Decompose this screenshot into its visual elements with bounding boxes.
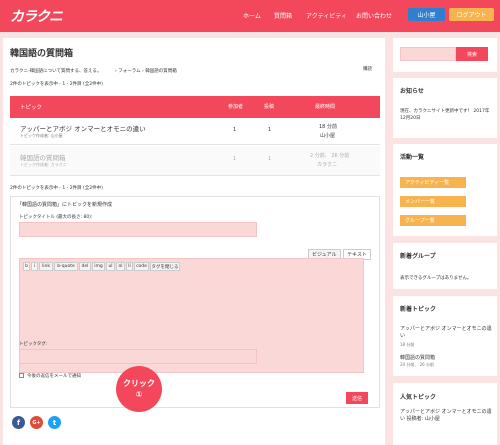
page-title: 韓国語の質問箱 [10, 49, 74, 59]
search-input[interactable] [400, 47, 456, 61]
facebook-share-icon[interactable]: f [12, 416, 25, 429]
toolbar-italic-button[interactable]: i [31, 262, 38, 271]
toolbar-li-button[interactable]: li [126, 262, 133, 271]
topic-title-link[interactable]: 韓国語の質問箱 [20, 152, 66, 162]
sidebar-new-topics: 新着トピック アッパーとアボジ オンマーとオモニの違い 18 分前 韓国語の質問… [393, 296, 497, 376]
subscribe-link[interactable]: 購読 [363, 66, 372, 72]
last-post-time[interactable]: 2 分前、 26 分前 [310, 152, 349, 159]
header-last-time: 最終時間 [315, 104, 336, 110]
user-button[interactable]: 山小屋 [408, 8, 445, 21]
twitter-share-icon[interactable]: t [48, 416, 61, 429]
notice-text: 現在、カラクニサイト更新中です！ 2017年12月20日 [400, 109, 490, 121]
last-post-time[interactable]: 18 分前 [319, 123, 337, 130]
topic-author: トピック作成者: 山小屋 [20, 133, 63, 138]
popular-title: 人気トピック [400, 394, 437, 401]
new-topic-time: 24 分前、 26 分前 [400, 362, 434, 367]
new-topic-link[interactable]: アッパーとアボジ オンマーとオモニの違い [400, 326, 492, 340]
header-topic: トピック [20, 105, 43, 111]
toolbar-bold-button[interactable]: b [23, 262, 30, 271]
group-list-button[interactable]: グループ一覧 [400, 215, 466, 226]
post-count: 1 [268, 156, 272, 162]
click-annotation-label: クリック [123, 379, 155, 388]
toolbar-bquote-button[interactable]: b-quote [54, 262, 78, 271]
site-logo[interactable]: カラクニ [10, 6, 63, 26]
notice-title: お知らせ [400, 88, 424, 95]
title-label: トピックタイトル (最大の長さ: 80): [19, 215, 93, 220]
nav-questions[interactable]: 質問箱 [274, 11, 292, 20]
toolbar-link-button[interactable]: link [39, 262, 53, 271]
nav-contact[interactable]: お問い合わせ [356, 11, 392, 20]
participant-count: 1 [233, 127, 237, 133]
nav-home[interactable]: ホーム [243, 11, 261, 20]
new-groups-title: 新着グループ [400, 253, 436, 260]
last-poster[interactable]: カラクニ [317, 161, 337, 168]
topic-title-link[interactable]: アッパーとアボジ オンマーとオモニの違い [20, 123, 146, 133]
header-posts: 投稿 [264, 104, 275, 110]
toolbar-ul-button[interactable]: ul [106, 262, 115, 271]
last-poster[interactable]: 山小屋 [320, 132, 335, 139]
sidebar-search: 検索 [393, 38, 497, 72]
toolbar-code-button[interactable]: code [134, 262, 149, 271]
topic-table-header: トピック 参加者 投稿 最終時間 [10, 96, 380, 118]
topic-tag-input[interactable] [19, 349, 257, 364]
logout-button[interactable]: ログアウト [449, 8, 494, 21]
post-count: 1 [268, 127, 272, 133]
toolbar-ol-button[interactable]: ol [116, 262, 125, 271]
table-row: アッパーとアボジ オンマーとオモニの違い トピック作成者: 山小屋 1 1 18… [10, 118, 380, 145]
notify-checkbox[interactable] [19, 373, 24, 378]
table-row: 韓国語の質問箱 トピック作成者: カラクニ 1 1 2 分前、 26 分前 カラ… [10, 146, 380, 176]
new-topic-time: 18 分前 [400, 342, 415, 347]
forum-description: カラクニ-韓国語について質問する、答える。 [10, 69, 102, 74]
breadcrumb[interactable]: › フォーラム › 韓国語の質問箱 [115, 68, 177, 74]
nav-activity[interactable]: アクティビティ [306, 11, 347, 20]
notify-label: 今後の返信をメールで通知 [27, 374, 81, 379]
sidebar-popular-topics: 人気トピック アッパーとアボジ オンマーとオモニの違い 投稿者: 山小屋 [393, 383, 497, 445]
new-topics-title: 新着トピック [400, 306, 437, 313]
header-participants: 参加者 [228, 104, 244, 110]
google-plus-share-icon[interactable]: G+ [30, 416, 43, 429]
sidebar-notice: お知らせ 現在、カラクニサイト更新中です！ 2017年12月20日 [393, 78, 497, 138]
sidebar-new-groups: 新着グループ 表示できるグループはありません。 [393, 243, 497, 289]
new-groups-text: 表示できるグループはありません。 [400, 276, 472, 281]
form-legend: 「韓国語の質問箱」にトピックを新規作成 [15, 201, 115, 208]
new-topic-link[interactable]: 韓国語の質問箱 [400, 354, 435, 361]
site-header: カラクニ ホーム 質問箱 アクティビティ お問い合わせ 山小屋 ログアウト [0, 0, 500, 32]
participant-count: 1 [233, 156, 237, 162]
topic-title-input[interactable] [19, 222, 257, 237]
topic-author: トピック作成者: カラクニ [20, 162, 67, 167]
tag-label: トピックタグ: [19, 342, 48, 347]
popular-topic-link[interactable]: アッパーとアボジ オンマーとオモニの違い 投稿者: 山小屋 [400, 409, 492, 423]
member-list-button[interactable]: メンバー一覧 [400, 196, 466, 207]
sidebar-activity: 活動一覧 アクティビティー覧 メンバー一覧 グループ一覧 [393, 144, 497, 236]
main-content: 韓国語の質問箱 カラクニ-韓国語について質問する、答える。 › フォーラム › … [3, 38, 385, 445]
search-button[interactable]: 検索 [456, 47, 488, 61]
submit-button[interactable]: 送信 [346, 392, 368, 404]
activity-title: 活動一覧 [400, 154, 425, 161]
toolbar-img-button[interactable]: img [92, 262, 105, 271]
activity-list-button[interactable]: アクティビティー覧 [400, 177, 466, 188]
click-annotation-number: ① [135, 390, 143, 399]
topic-count-top: 2件のトピックを表示中 - 1 - 2件目 (全2件中) [10, 82, 103, 87]
topic-count-bottom: 2件のトピックを表示中 - 1 - 2件目 (全2件中) [10, 186, 103, 191]
click-annotation-bubble: クリック ① [116, 366, 162, 412]
toolbar-del-button[interactable]: del [79, 262, 91, 271]
toolbar-close-tags-button[interactable]: タグを閉じる [150, 262, 180, 271]
